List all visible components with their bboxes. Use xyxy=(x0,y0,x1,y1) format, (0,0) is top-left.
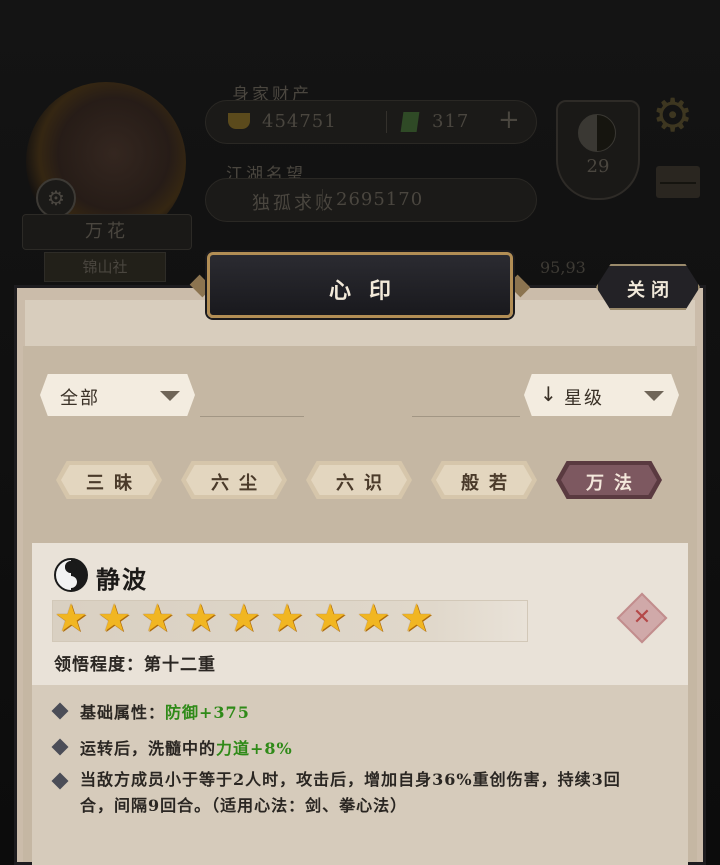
dialog-title: 心印 xyxy=(328,278,409,304)
star-icon: ★ xyxy=(183,596,218,640)
level-number: 29 xyxy=(586,156,610,177)
comprehension-value: 第十二重 xyxy=(144,655,216,675)
tab-sanmei[interactable]: 三昧 xyxy=(56,461,162,499)
close-button-label: 关闭 xyxy=(627,280,675,301)
avatar-settings-icon[interactable]: ⚙ xyxy=(36,178,76,218)
conditional-effect: 当敌方成员小于等于2人时，攻击后，增加自身36%重创伤害，持续3回合，间隔9回合… xyxy=(80,770,621,815)
divider-line xyxy=(200,416,304,417)
tab-label: 六尘 xyxy=(211,473,267,494)
comprehension-level: 领悟程度：第十二重 xyxy=(54,650,216,675)
star-icon: ★ xyxy=(97,596,132,640)
attr-label: 运转后，洗髓中的 xyxy=(80,739,217,758)
star-icon: ★ xyxy=(53,596,89,640)
silver-ingot-icon xyxy=(228,113,250,129)
player-sect: 锦山社 xyxy=(44,252,166,282)
wealth-bar: 454751 317 + xyxy=(205,100,537,144)
base-attribute: 基础属性：防御+375 xyxy=(80,699,250,723)
star-icon: ★ xyxy=(269,596,305,640)
player-name: 万花 xyxy=(22,214,192,250)
star-icon: ★ xyxy=(140,596,175,640)
chevron-down-icon xyxy=(644,391,664,401)
tab-label: 三昧 xyxy=(86,473,142,494)
divider xyxy=(322,189,323,211)
settings-gear-icon[interactable]: ⚙ xyxy=(652,92,693,138)
fame-bar: 独孤求败 2695170 xyxy=(205,178,537,222)
level-badge[interactable]: 29 xyxy=(556,100,640,200)
fame-value: 2695170 xyxy=(336,189,424,210)
attr-label: 基础属性： xyxy=(80,703,166,722)
sort-arrow-icon: ↓ xyxy=(540,382,557,406)
skill-name: 静波 xyxy=(96,565,148,594)
category-filter-value: 全部 xyxy=(60,388,100,409)
yin-yang-icon xyxy=(54,558,88,592)
star-icon: ★ xyxy=(399,596,434,640)
dialog-title-plate: 心印 xyxy=(207,252,513,318)
star-icon: ★ xyxy=(313,596,348,640)
tab-bore[interactable]: 般若 xyxy=(431,461,537,499)
tab-liuchen[interactable]: 六尘 xyxy=(181,461,287,499)
tab-wanfa[interactable]: 万法 xyxy=(556,461,662,499)
sort-value: 星级 xyxy=(564,388,604,409)
fame-title: 独孤求败 xyxy=(252,193,336,214)
running-effect: 运转后，洗髓中的力道+8% xyxy=(80,735,293,759)
comprehension-label: 领悟程度： xyxy=(54,655,144,675)
star-icon: ★ xyxy=(356,596,391,640)
star-icon: ★ xyxy=(226,596,261,640)
divider-line xyxy=(412,416,520,417)
partial-number: 95,93 xyxy=(540,258,586,277)
tab-label: 般若 xyxy=(461,473,517,494)
divider xyxy=(386,111,387,133)
chevron-down-icon xyxy=(160,391,180,401)
jade-icon xyxy=(400,112,420,132)
tab-label: 万法 xyxy=(586,473,642,494)
jade-amount: 317 xyxy=(432,111,470,132)
attr-value: 防御+375 xyxy=(165,703,250,722)
tab-liushi[interactable]: 六识 xyxy=(306,461,412,499)
yin-yang-icon xyxy=(578,114,616,152)
attr-value: 力道+8% xyxy=(216,739,293,758)
mail-icon[interactable] xyxy=(656,166,700,198)
category-filter-dropdown[interactable]: 全部 xyxy=(40,374,195,416)
tab-label: 六识 xyxy=(336,473,392,494)
sort-dropdown[interactable]: ↓ 星级 xyxy=(524,374,679,416)
add-currency-icon[interactable]: + xyxy=(498,105,520,135)
close-icon[interactable]: ✕ xyxy=(624,600,660,636)
silver-amount: 454751 xyxy=(262,111,337,132)
close-button[interactable]: 关闭 xyxy=(596,264,700,310)
